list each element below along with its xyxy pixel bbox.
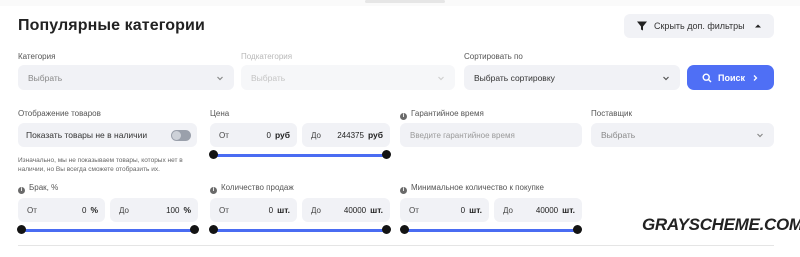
chevron-down-icon	[663, 76, 669, 80]
search-button-label: Поиск	[717, 72, 745, 83]
info-icon[interactable]: i	[400, 187, 407, 194]
price-label: Цена	[210, 109, 230, 118]
sales-to-value: 40000	[343, 205, 367, 215]
sales-slider-min-handle[interactable]	[209, 225, 218, 234]
price-from-value: 0	[266, 130, 271, 140]
defect-slider-max-handle[interactable]	[190, 225, 199, 234]
min-purchase-from-label: От	[409, 205, 419, 215]
info-icon[interactable]: i	[400, 113, 407, 120]
chevron-down-icon	[217, 76, 223, 80]
price-slider-track[interactable]	[214, 154, 386, 157]
sort-value: Выбрать сортировку	[474, 72, 555, 83]
defect-to-unit: %	[183, 205, 191, 215]
defect-from-unit: %	[90, 205, 98, 215]
min-purchase-to-field[interactable]: До 40000 шт.	[494, 198, 582, 222]
min-purchase-from-unit: шт.	[469, 205, 482, 215]
category-label: Категория	[18, 52, 56, 61]
min-purchase-label-text: Минимальное количество к покупке	[411, 183, 544, 192]
min-purchase-slider-max-handle[interactable]	[573, 225, 582, 234]
search-icon	[702, 72, 712, 82]
price-to-label: До	[311, 130, 321, 140]
defect-from-field[interactable]: От 0 %	[18, 198, 105, 222]
defect-label-text: Брак, %	[29, 183, 59, 192]
defect-label: i Брак, %	[18, 183, 58, 194]
hide-filters-label: Скрыть доп. фильтры	[654, 21, 745, 31]
category-select[interactable]: Выбрать	[18, 65, 234, 90]
supplier-label: Поставщик	[591, 109, 633, 118]
min-purchase-to-value: 40000	[535, 205, 559, 215]
sales-slider-max-handle[interactable]	[382, 225, 391, 234]
defect-slider-min-handle[interactable]	[17, 225, 26, 234]
price-to-unit: руб	[367, 130, 383, 140]
defect-to-field[interactable]: До 100 %	[110, 198, 198, 222]
category-value: Выбрать	[28, 72, 63, 83]
warranty-label-text: Гарантийное время	[411, 109, 484, 118]
price-to-value: 244375	[337, 130, 364, 140]
chevron-down-icon	[438, 76, 444, 80]
sales-from-label: От	[219, 205, 229, 215]
defect-from-value: 0	[81, 205, 87, 215]
price-from-unit: руб	[274, 130, 290, 140]
hide-filters-button[interactable]: Скрыть доп. фильтры	[624, 14, 774, 38]
price-slider-max-handle[interactable]	[382, 150, 391, 159]
subcategory-label: Подкатегория	[241, 52, 293, 61]
display-hint: Изначально, мы не показываем товары, кот…	[18, 157, 183, 173]
supplier-select[interactable]: Выбрать	[591, 123, 774, 147]
watermark: GRAYSCHEME.COM	[642, 215, 800, 234]
chevron-right-icon	[753, 74, 758, 81]
sort-select[interactable]: Выбрать сортировку	[464, 65, 680, 90]
display-label: Отображение товаров	[18, 109, 101, 118]
supplier-value: Выбрать	[601, 130, 636, 140]
chevron-up-icon	[755, 24, 761, 28]
min-purchase-slider-track[interactable]	[404, 229, 578, 232]
info-icon[interactable]: i	[18, 187, 25, 194]
sales-to-unit: шт.	[370, 205, 383, 215]
defect-to-value: 100	[166, 205, 180, 215]
section-divider	[18, 245, 774, 246]
min-purchase-to-label: До	[503, 205, 513, 215]
warranty-label: i Гарантийное время	[400, 109, 484, 120]
min-purchase-from-value: 0	[460, 205, 466, 215]
search-button[interactable]: Поиск	[687, 65, 774, 90]
show-out-of-stock-row[interactable]: Показать товары не в наличии	[18, 123, 197, 147]
price-from-label: От	[219, 130, 229, 140]
sales-label: i Количество продаж	[210, 183, 294, 194]
sales-slider-track[interactable]	[214, 229, 386, 232]
price-to-field[interactable]: До 244375 руб	[302, 123, 390, 147]
sales-to-label: До	[311, 205, 321, 215]
defect-slider-track[interactable]	[22, 229, 194, 232]
warranty-placeholder: Введите гарантийное время	[410, 130, 515, 140]
min-purchase-to-unit: шт.	[562, 205, 575, 215]
show-out-of-stock-label: Показать товары не в наличии	[26, 130, 148, 140]
defect-from-label: От	[27, 205, 37, 215]
price-slider-min-handle[interactable]	[209, 150, 218, 159]
price-from-field[interactable]: От 0 руб	[210, 123, 297, 147]
chevron-down-icon	[757, 133, 763, 138]
min-purchase-from-field[interactable]: От 0 шт.	[400, 198, 489, 222]
subcategory-value: Выбрать	[251, 72, 286, 83]
min-purchase-label: i Минимальное количество к покупке	[400, 183, 544, 194]
sales-from-field[interactable]: От 0 шт.	[210, 198, 297, 222]
sort-label: Сортировать по	[464, 52, 523, 61]
info-icon[interactable]: i	[210, 187, 217, 194]
subcategory-select[interactable]: Выбрать	[241, 65, 455, 90]
sales-label-text: Количество продаж	[221, 183, 294, 192]
sales-from-value: 0	[268, 205, 274, 215]
show-out-of-stock-toggle[interactable]	[171, 129, 191, 141]
warranty-input[interactable]: Введите гарантийное время	[400, 123, 582, 147]
page-title: Популярные категории	[18, 17, 205, 34]
min-purchase-slider-min-handle[interactable]	[400, 225, 409, 234]
sales-from-unit: шт.	[277, 205, 290, 215]
filter-icon	[637, 21, 647, 31]
defect-to-label: До	[119, 205, 129, 215]
sales-to-field[interactable]: До 40000 шт.	[302, 198, 390, 222]
top-edge-link[interactable]	[365, 0, 445, 3]
